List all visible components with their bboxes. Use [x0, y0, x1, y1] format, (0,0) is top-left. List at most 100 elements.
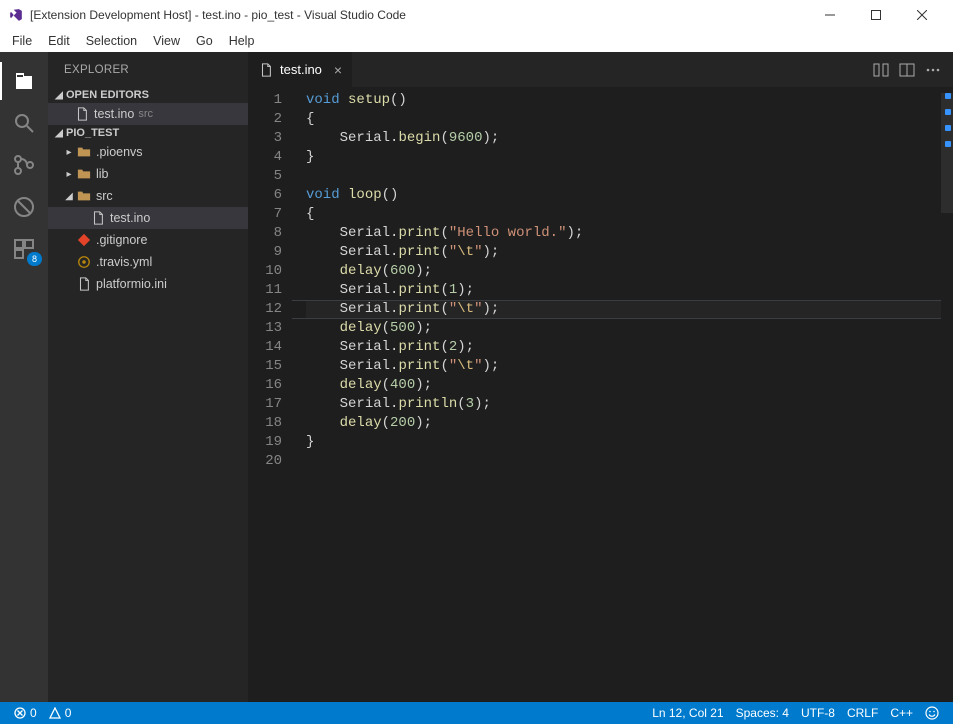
code-line[interactable]: } [306, 433, 941, 452]
warning-icon [49, 707, 61, 719]
status-encoding[interactable]: UTF-8 [795, 702, 841, 724]
status-eol[interactable]: CRLF [841, 702, 884, 724]
code-editor[interactable]: 1234567891011121314151617181920 void set… [248, 87, 953, 702]
status-feedback[interactable] [919, 702, 945, 724]
code-line[interactable] [306, 167, 941, 186]
line-number: 13 [248, 319, 282, 338]
error-count: 0 [30, 706, 37, 720]
more-icon[interactable] [925, 62, 941, 78]
smiley-icon [925, 706, 939, 720]
open-editors-tree: test.ino src [48, 103, 248, 125]
activity-debug[interactable] [0, 186, 48, 228]
sidebar: EXPLORER ◢ OPEN EDITORS test.inosrc ◢ PI… [48, 52, 248, 702]
overview-mark [945, 125, 951, 131]
activity-scm[interactable] [0, 144, 48, 186]
code-line[interactable]: delay(400); [306, 376, 941, 395]
tree-file[interactable]: .gitignore [48, 229, 248, 251]
editor-area: test.ino× 123456789101112131415161718192… [248, 52, 953, 702]
chevron-right-icon: ▸ [62, 169, 76, 180]
menu-item-edit[interactable]: Edit [40, 32, 78, 50]
line-number: 6 [248, 186, 282, 205]
menu-item-selection[interactable]: Selection [78, 32, 145, 50]
line-number: 15 [248, 357, 282, 376]
maximize-button[interactable] [853, 0, 899, 30]
activity-search[interactable] [0, 102, 48, 144]
code-line[interactable]: void setup() [306, 91, 941, 110]
code-line[interactable]: Serial.begin(9600); [306, 129, 941, 148]
line-number: 5 [248, 167, 282, 186]
file-meta: src [138, 108, 153, 120]
close-button[interactable] [899, 0, 945, 30]
line-number: 7 [248, 205, 282, 224]
code-line[interactable]: Serial.print("\t"); [306, 243, 941, 262]
code-line[interactable] [306, 452, 941, 471]
tree-file[interactable]: .travis.yml [48, 251, 248, 273]
menu-item-view[interactable]: View [145, 32, 188, 50]
status-warnings[interactable]: 0 [43, 702, 78, 724]
tree-folder[interactable]: ▸lib [48, 163, 248, 185]
menu-item-go[interactable]: Go [188, 32, 221, 50]
code-line[interactable]: delay(200); [306, 414, 941, 433]
tree-folder[interactable]: ◢src [48, 185, 248, 207]
close-icon[interactable]: × [334, 63, 342, 77]
project-tree: ▸.pioenvs▸lib◢srctest.ino.gitignore.trav… [48, 141, 248, 295]
line-number: 19 [248, 433, 282, 452]
app-logo-icon [8, 7, 24, 23]
menu-item-file[interactable]: File [4, 32, 40, 50]
line-gutter: 1234567891011121314151617181920 [248, 87, 292, 702]
chevron-down-icon: ◢ [62, 191, 76, 202]
code-line[interactable]: void loop() [306, 186, 941, 205]
file-label: test.ino [94, 107, 134, 121]
line-number: 20 [248, 452, 282, 471]
code-line[interactable]: Serial.print(2); [306, 338, 941, 357]
tree-file[interactable]: platformio.ini [48, 273, 248, 295]
code-line[interactable]: Serial.print("\t"); [306, 357, 941, 376]
code-line[interactable]: { [306, 110, 941, 129]
line-number: 3 [248, 129, 282, 148]
overview-mark [945, 93, 951, 99]
menu-item-help[interactable]: Help [221, 32, 263, 50]
status-language[interactable]: C++ [884, 702, 919, 724]
chevron-down-icon: ◢ [52, 128, 66, 139]
line-number: 1 [248, 91, 282, 110]
tree-file[interactable]: test.ino [48, 207, 248, 229]
tree-item-label: platformio.ini [96, 277, 167, 291]
file-icon [76, 276, 92, 292]
window-title: [Extension Development Host] - test.ino … [30, 8, 807, 22]
section-project[interactable]: ◢ PIO_TEST [48, 125, 248, 141]
file-icon [76, 254, 92, 270]
code-line[interactable]: delay(600); [306, 262, 941, 281]
status-errors[interactable]: 0 [8, 702, 43, 724]
code-line[interactable]: Serial.print("\t"); [306, 300, 941, 319]
folder-icon [76, 144, 92, 160]
open-editor-item[interactable]: test.ino src [48, 103, 248, 125]
code-line[interactable]: } [306, 148, 941, 167]
code-line[interactable]: Serial.print(1); [306, 281, 941, 300]
section-open-editors[interactable]: ◢ OPEN EDITORS [48, 87, 248, 103]
code-line[interactable]: { [306, 205, 941, 224]
tree-folder[interactable]: ▸.pioenvs [48, 141, 248, 163]
code-content[interactable]: void setup(){ Serial.begin(9600);}void l… [292, 87, 941, 702]
code-line[interactable]: Serial.print("Hello world."); [306, 224, 941, 243]
overview-mark [945, 109, 951, 115]
line-number: 11 [248, 281, 282, 300]
activity-extensions[interactable]: 8 [0, 228, 48, 270]
activity-explorer[interactable] [0, 60, 48, 102]
split-editor-icon[interactable] [899, 62, 915, 78]
code-line[interactable]: delay(500); [306, 319, 941, 338]
line-number: 16 [248, 376, 282, 395]
status-cursor-position[interactable]: Ln 12, Col 21 [646, 702, 729, 724]
extensions-badge: 8 [27, 252, 42, 266]
minimap[interactable] [941, 87, 953, 702]
editor-actions [861, 52, 953, 87]
minimize-button[interactable] [807, 0, 853, 30]
line-number: 9 [248, 243, 282, 262]
diff-icon[interactable] [873, 62, 889, 78]
code-line[interactable]: Serial.println(3); [306, 395, 941, 414]
error-icon [14, 707, 26, 719]
warning-count: 0 [65, 706, 72, 720]
statusbar: 0 0 Ln 12, Col 21 Spaces: 4 UTF-8 CRLF C… [0, 702, 953, 724]
editor-tab[interactable]: test.ino× [248, 52, 353, 87]
activitybar: 8 [0, 52, 48, 702]
status-indent[interactable]: Spaces: 4 [730, 702, 795, 724]
